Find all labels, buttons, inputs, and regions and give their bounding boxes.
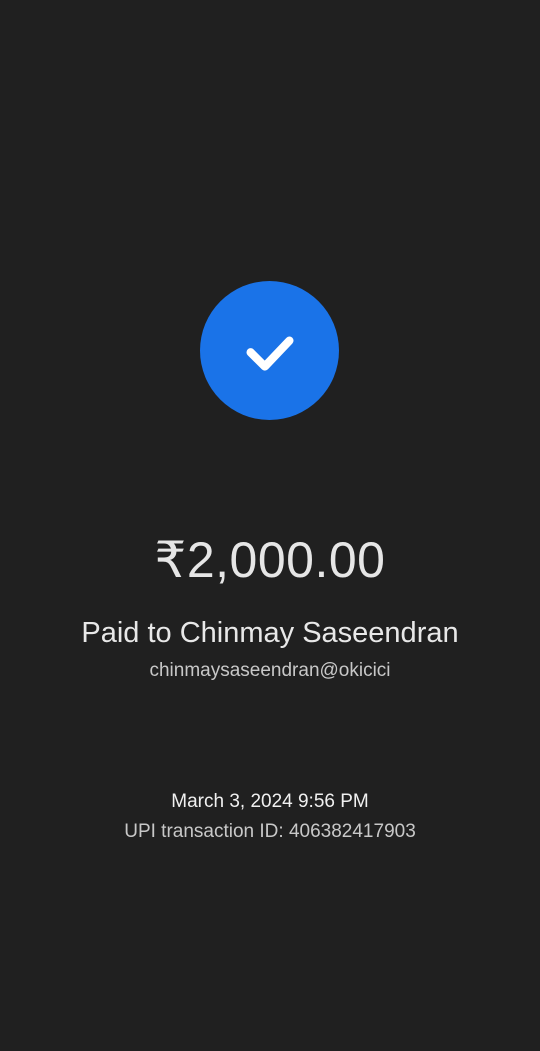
payment-success-badge (200, 281, 339, 420)
payee-upi-id: chinmaysaseendran@okicici (149, 660, 391, 681)
check-icon (245, 336, 294, 371)
transaction-id: UPI transaction ID: 406382417903 (124, 821, 416, 842)
transaction-datetime: March 3, 2024 9:56 PM (171, 791, 369, 812)
payee-name: Paid to Chinmay Saseendran (81, 617, 459, 649)
payment-amount: ₹2,000.00 (154, 532, 386, 588)
